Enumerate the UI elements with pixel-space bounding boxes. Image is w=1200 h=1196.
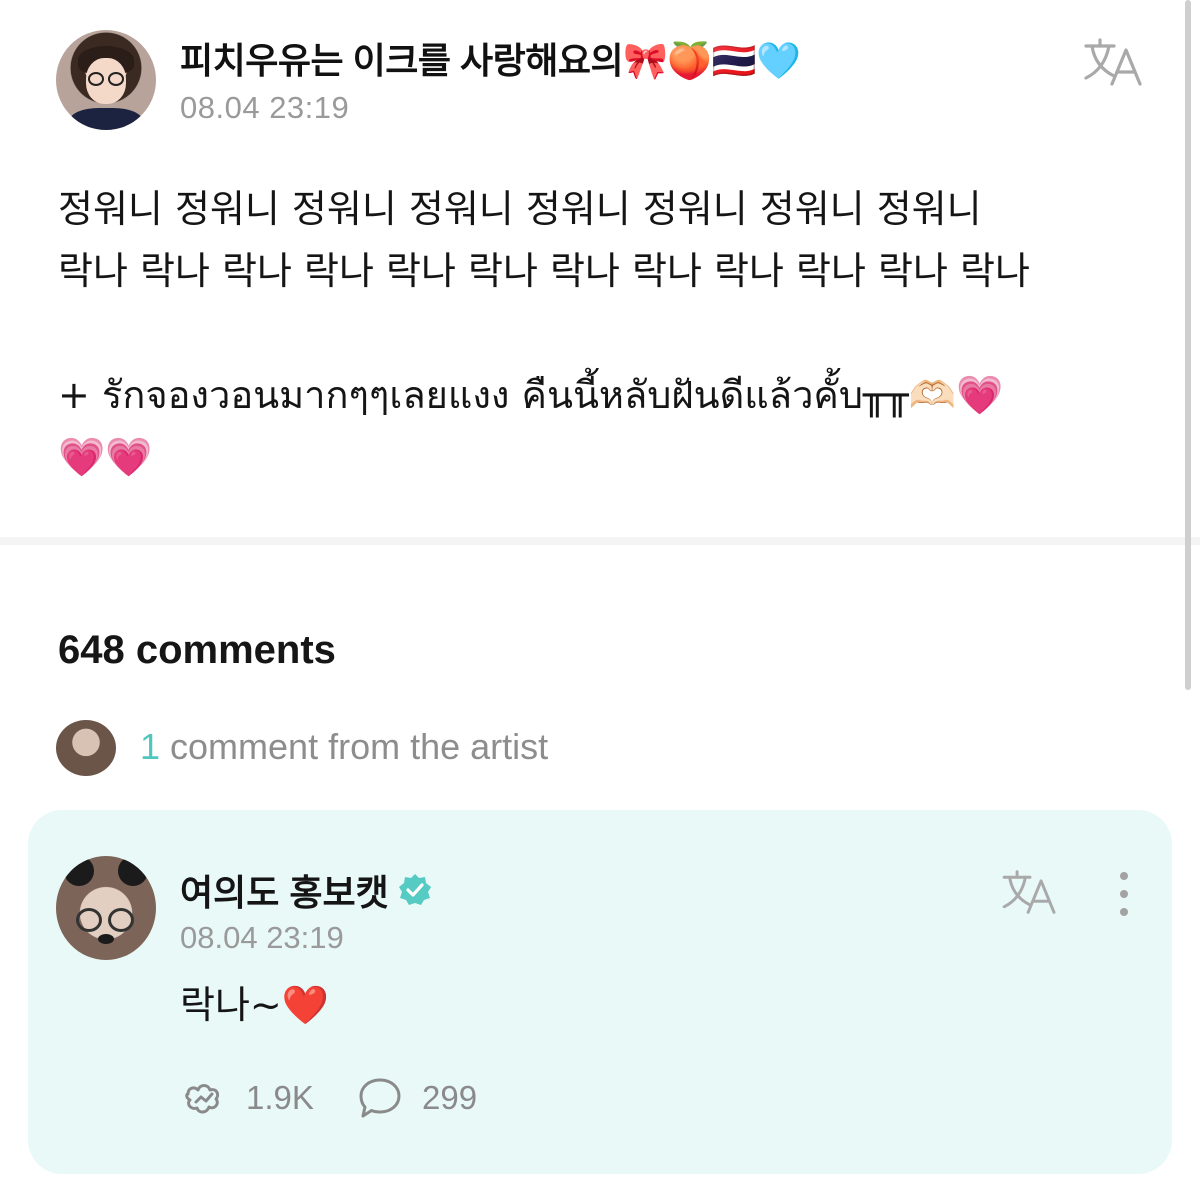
artist-comment-label: comment from the artist (170, 726, 549, 767)
avatar-shirt (70, 108, 142, 130)
avatar-glasses-right (108, 908, 134, 932)
post-author-name[interactable]: 피치우유는 이크를 사랑해요의🎀🍑🇹🇭🩵 (180, 32, 801, 84)
post-body-text: 정워니 정워니 정워니 정워니 정워니 정워니 정워니 정워니 락나 락나 락나… (58, 187, 1030, 479)
artist-comment-summary-text: 1 comment from the artist (140, 726, 548, 768)
avatar-glasses-left (76, 908, 102, 932)
artist-comment-count: 1 (140, 726, 161, 767)
reply-icon (359, 1078, 401, 1118)
post-page: 피치우유는 이크를 사랑해요의🎀🍑🇹🇭🩵 08.04 23:19 정워니 정워니… (0, 0, 1200, 1196)
avatar-glasses-left (88, 72, 104, 86)
comment-author[interactable]: 여의도 홍보캣 (180, 864, 433, 916)
reply-button[interactable]: 299 (356, 1074, 477, 1122)
avatar-ear-left (64, 856, 94, 886)
section-divider (0, 537, 1200, 545)
comment-text: 락나~❤️ (180, 983, 330, 1027)
comment-author-avatar[interactable] (56, 856, 156, 960)
comments-count: 648 comments (58, 628, 336, 672)
comment-author-name: 여의도 홍보캣 (180, 872, 389, 913)
artist-mini-avatar (56, 720, 116, 776)
translate-icon[interactable] (1000, 868, 1060, 916)
reply-count: 299 (422, 1079, 478, 1116)
avatar-glasses-right (108, 72, 124, 86)
avatar-ear-right (118, 856, 148, 886)
translate-icon[interactable] (1082, 36, 1146, 88)
avatar-nose (98, 934, 114, 944)
post-author-avatar[interactable] (56, 30, 156, 130)
more-vertical-icon[interactable] (1112, 868, 1136, 920)
artist-comment-summary[interactable]: 1 comment from the artist (56, 720, 756, 776)
like-count: 1.9K (246, 1079, 314, 1116)
verified-badge-icon (398, 874, 431, 905)
post-timestamp: 08.04 23:19 (180, 90, 350, 125)
like-button[interactable]: 1.9K (180, 1074, 314, 1122)
comment-timestamp: 08.04 23:19 (180, 920, 344, 955)
scrollbar[interactable] (1185, 0, 1191, 690)
like-icon (185, 1084, 220, 1114)
